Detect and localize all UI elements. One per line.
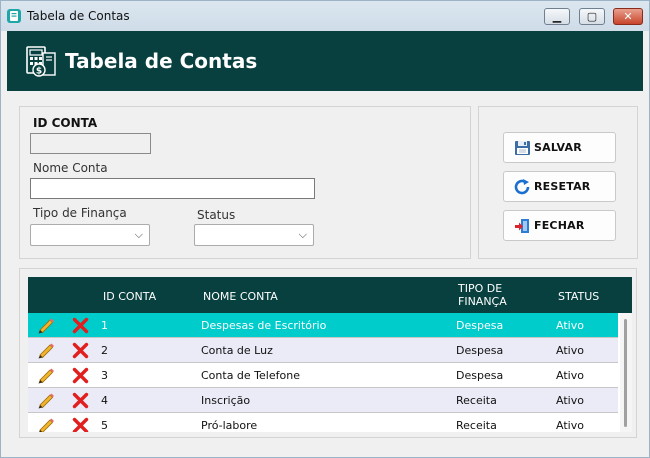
cell-id: 1: [101, 319, 108, 332]
table-row[interactable]: 4 Inscrição Receita Ativo: [28, 388, 618, 413]
app-window: Tabela de Contas ▁ ▢ ✕ $ Tabela de Conta…: [0, 0, 650, 458]
minimize-icon: ▁: [552, 10, 562, 23]
pencil-icon[interactable]: [37, 317, 55, 334]
close-button[interactable]: FECHAR: [503, 210, 616, 241]
page-header: $ Tabela de Contas: [7, 31, 643, 91]
cell-nome: Pró-labore: [201, 419, 258, 432]
exit-door-icon: [514, 218, 531, 234]
nome-conta-label: Nome Conta: [33, 161, 108, 175]
svg-text:$: $: [36, 67, 42, 77]
id-conta-label: ID CONTA: [33, 116, 98, 130]
red-x-icon[interactable]: [72, 392, 89, 409]
cell-id: 3: [101, 369, 108, 382]
close-button-label: FECHAR: [534, 219, 585, 232]
accounts-ledger-icon: $: [25, 45, 57, 79]
window-title: Tabela de Contas: [27, 9, 130, 23]
cell-status: Ativo: [556, 369, 584, 382]
cell-nome: Despesas de Escritório: [201, 319, 327, 332]
accounts-grid-panel: ID CONTA NOME CONTA TIPO DE FINANÇA STAT…: [19, 268, 637, 438]
nome-conta-input[interactable]: [30, 178, 315, 199]
tipo-financa-label: Tipo de Finança: [33, 206, 127, 220]
status-label: Status: [197, 208, 236, 222]
minimize-button[interactable]: ▁: [544, 8, 570, 25]
reset-button-label: RESETAR: [534, 180, 591, 193]
vertical-scrollbar[interactable]: [620, 313, 632, 432]
status-select[interactable]: ⌵: [194, 224, 314, 246]
cell-status: Ativo: [556, 394, 584, 407]
cell-tipo: Despesa: [456, 369, 504, 382]
cell-tipo: Receita: [456, 419, 497, 432]
page-title: Tabela de Contas: [65, 49, 258, 73]
pencil-icon[interactable]: [37, 392, 55, 409]
pencil-icon[interactable]: [37, 417, 55, 432]
cell-nome: Conta de Telefone: [201, 369, 300, 382]
chevron-down-icon: ⌵: [134, 228, 143, 241]
app-icon: [7, 9, 21, 23]
pencil-icon[interactable]: [37, 342, 55, 359]
cell-nome: Inscrição: [201, 394, 251, 407]
cell-status: Ativo: [556, 319, 584, 332]
title-bar[interactable]: Tabela de Contas ▁ ▢ ✕: [1, 1, 649, 31]
table-row[interactable]: 5 Pró-labore Receita Ativo: [28, 413, 618, 432]
chevron-down-icon: ⌵: [298, 228, 307, 241]
action-buttons-panel: SALVAR RESETAR FECHAR: [478, 106, 638, 259]
floppy-disk-icon: [514, 140, 531, 156]
cell-tipo: Despesa: [456, 319, 504, 332]
close-window-button[interactable]: ✕: [613, 8, 643, 25]
refresh-icon: [514, 179, 531, 195]
maximize-button[interactable]: ▢: [579, 8, 605, 25]
cell-tipo: Despesa: [456, 344, 504, 357]
red-x-icon[interactable]: [72, 417, 89, 432]
accounts-table[interactable]: ID CONTA NOME CONTA TIPO DE FINANÇA STAT…: [28, 277, 632, 432]
red-x-icon[interactable]: [72, 367, 89, 384]
cell-nome: Conta de Luz: [201, 344, 273, 357]
save-button[interactable]: SALVAR: [503, 132, 616, 163]
column-header-status[interactable]: STATUS: [558, 290, 599, 303]
cell-id: 2: [101, 344, 108, 357]
scrollbar-thumb[interactable]: [624, 319, 627, 427]
red-x-icon[interactable]: [72, 317, 89, 334]
tipo-financa-select[interactable]: ⌵: [30, 224, 150, 246]
cell-status: Ativo: [556, 344, 584, 357]
column-header-tipo[interactable]: TIPO DE FINANÇA: [458, 282, 507, 308]
pencil-icon[interactable]: [37, 367, 55, 384]
save-button-label: SALVAR: [534, 141, 582, 154]
column-header-tipo-line2: FINANÇA: [458, 295, 507, 308]
column-header-nome[interactable]: NOME CONTA: [203, 290, 278, 303]
column-header-id[interactable]: ID CONTA: [103, 290, 156, 303]
cell-id: 5: [101, 419, 108, 432]
close-icon: ✕: [623, 10, 633, 23]
cell-tipo: Receita: [456, 394, 497, 407]
column-header-tipo-line1: TIPO DE: [458, 282, 503, 295]
id-conta-field: [30, 133, 151, 154]
cell-id: 4: [101, 394, 108, 407]
maximize-icon: ▢: [586, 10, 598, 23]
table-header: ID CONTA NOME CONTA TIPO DE FINANÇA STAT…: [28, 277, 632, 313]
table-row[interactable]: 3 Conta de Telefone Despesa Ativo: [28, 363, 618, 388]
red-x-icon[interactable]: [72, 342, 89, 359]
reset-button[interactable]: RESETAR: [503, 171, 616, 202]
table-row[interactable]: 2 Conta de Luz Despesa Ativo: [28, 338, 618, 363]
account-form-panel: ID CONTA Nome Conta Tipo de Finança ⌵ St…: [19, 106, 471, 259]
cell-status: Ativo: [556, 419, 584, 432]
table-row[interactable]: 1 Despesas de Escritório Despesa Ativo: [28, 313, 618, 338]
